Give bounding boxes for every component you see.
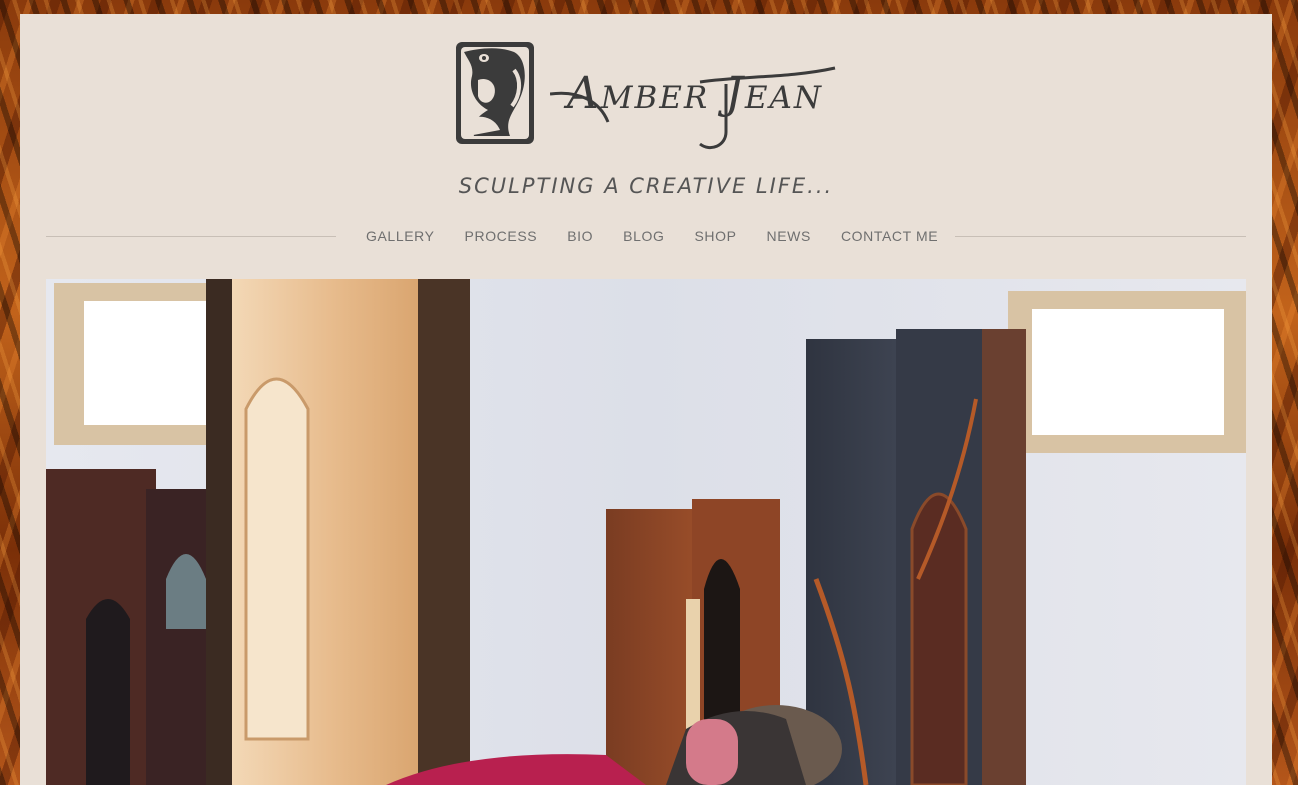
hero-image [46,279,1246,785]
nav-item-bio[interactable]: BIO [567,226,593,246]
nav-item-shop[interactable]: SHOP [694,226,736,246]
logo-name-text: Amber Jean [566,68,824,119]
nav-item-blog[interactable]: BLOG [623,226,664,246]
page-container: Amber Jean SCULPTING A CREATIVE LIFE... … [20,14,1272,785]
logo-wordmark: Amber Jean [550,62,840,152]
site-logo[interactable]: Amber Jean [454,40,838,150]
studio-photo-image [46,279,1246,785]
main-navigation: GALLERY PROCESS BIO BLOG SHOP NEWS CONTA… [46,226,1246,252]
nav-item-news[interactable]: NEWS [767,226,811,246]
nav-divider-left [46,236,336,237]
nav-item-process[interactable]: PROCESS [465,226,538,246]
nav-divider-right [955,236,1246,237]
site-tagline: SCULPTING A CREATIVE LIFE... [458,174,834,198]
nav-item-contact-me[interactable]: CONTACT ME [841,226,938,246]
nav-item-gallery[interactable]: GALLERY [366,226,435,246]
nav-menu: GALLERY PROCESS BIO BLOG SHOP NEWS CONTA… [366,226,938,246]
logo-mark-icon [456,42,534,144]
